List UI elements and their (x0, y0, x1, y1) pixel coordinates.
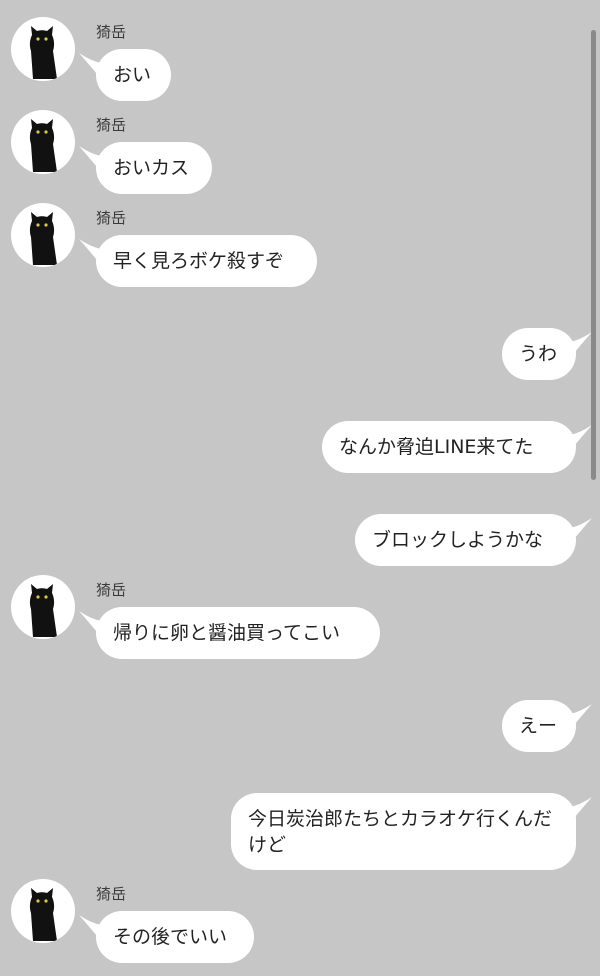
avatar-cat-icon[interactable] (11, 879, 75, 943)
message-bubble[interactable]: ブロックしようかな (355, 514, 576, 566)
sender-name: 猗岳 (96, 581, 127, 599)
chat-log: 猗岳 おい 猗岳 おいカス 猗岳 早く見ろボケ殺すぞ うわ なんか脅迫LINE来… (0, 0, 600, 976)
avatar-cat-icon[interactable] (11, 110, 75, 174)
sender-name: 猗岳 (96, 885, 127, 903)
message-bubble[interactable]: なんか脅迫LINE来てた (322, 421, 576, 473)
sender-name: 猗岳 (96, 209, 127, 227)
message-bubble[interactable]: うわ (502, 328, 576, 380)
message-bubble[interactable]: おいカス (96, 142, 212, 194)
sender-name: 猗岳 (96, 116, 127, 134)
message-bubble[interactable]: 早く見ろボケ殺すぞ (96, 235, 317, 287)
message-bubble[interactable]: おい (96, 49, 171, 101)
avatar-cat-icon[interactable] (11, 17, 75, 81)
avatar-cat-icon[interactable] (11, 203, 75, 267)
message-bubble[interactable]: えー (502, 700, 576, 752)
sender-name: 猗岳 (96, 23, 127, 41)
message-bubble[interactable]: その後でいい (96, 911, 254, 963)
message-bubble[interactable]: 帰りに卵と醤油買ってこい (96, 607, 380, 659)
avatar-cat-icon[interactable] (11, 575, 75, 639)
scrollbar[interactable] (591, 30, 596, 480)
message-bubble[interactable]: 今日炭治郎たちとカラオケ行くんだけど (231, 793, 576, 870)
